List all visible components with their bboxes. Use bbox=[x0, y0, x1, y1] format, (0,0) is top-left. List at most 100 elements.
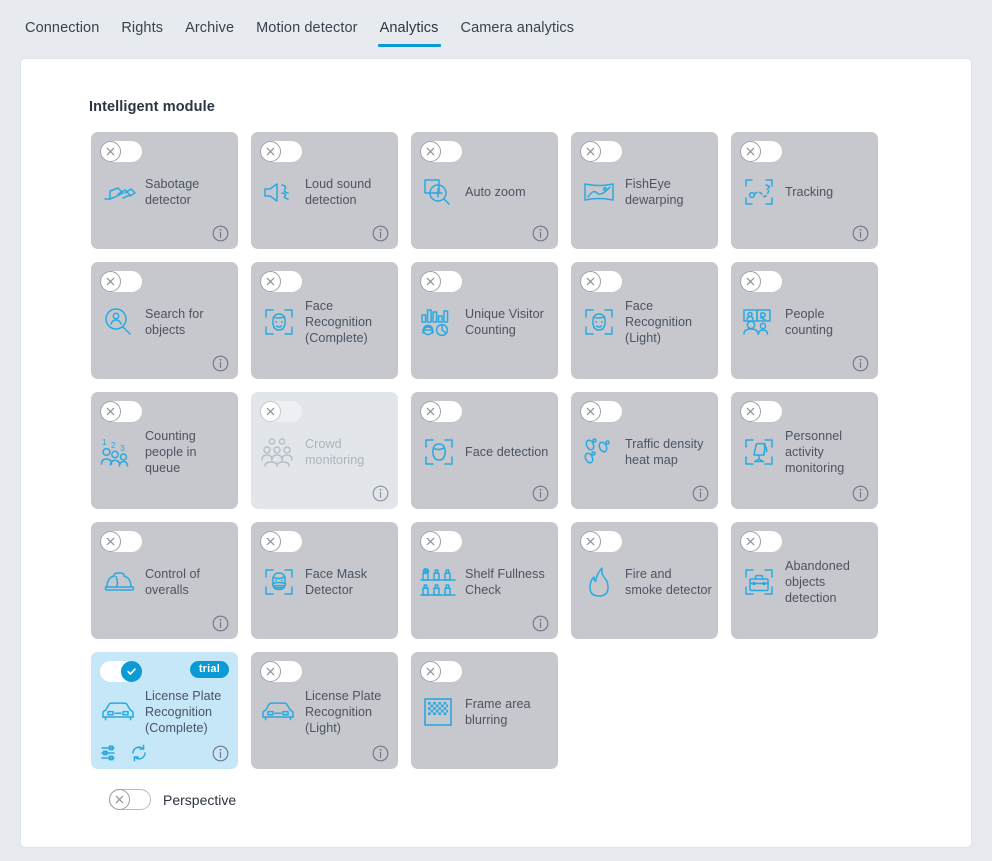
tab-camera-analytics[interactable]: Camera analytics bbox=[450, 18, 586, 47]
toggle-face-detection[interactable] bbox=[420, 401, 462, 422]
toggle-face-recognition-light[interactable] bbox=[580, 271, 622, 292]
info-icon[interactable] bbox=[852, 485, 869, 502]
module-card-tracking[interactable]: Tracking bbox=[731, 132, 878, 249]
fisheye-dewarping-icon bbox=[579, 172, 619, 212]
settings-sliders-icon[interactable] bbox=[100, 744, 118, 762]
info-icon[interactable] bbox=[852, 355, 869, 372]
toggle-tracking[interactable] bbox=[740, 141, 782, 162]
svg-text:3: 3 bbox=[120, 443, 125, 453]
toggle-fire-and-smoke-detector[interactable] bbox=[580, 531, 622, 552]
info-icon[interactable] bbox=[212, 225, 229, 242]
module-card-abandoned-objects-detection[interactable]: Abandoned objects detection bbox=[731, 522, 878, 639]
card-body: Shelf Fullness Check bbox=[411, 558, 558, 606]
card-body: Tracking bbox=[731, 168, 878, 216]
toggle-personnel-activity-monitoring[interactable] bbox=[740, 401, 782, 422]
card-body: Frame area blurring bbox=[411, 688, 558, 736]
module-card-sabotage-detector[interactable]: Sabotage detector bbox=[91, 132, 238, 249]
module-card-counting-people-in-queue[interactable]: 1 2 3 Counting people in queue bbox=[91, 392, 238, 509]
card-label: Counting people in queue bbox=[145, 429, 197, 475]
card-body: Personnel activity monitoring bbox=[731, 428, 878, 476]
card-label: Search for objects bbox=[145, 307, 204, 337]
module-card-face-detection[interactable]: Face detection bbox=[411, 392, 558, 509]
tab-archive[interactable]: Archive bbox=[174, 18, 245, 47]
module-card-license-plate-recognition-light[interactable]: License Plate Recognition (Light) bbox=[251, 652, 398, 769]
info-icon[interactable] bbox=[692, 485, 709, 502]
module-card-face-mask-detector[interactable]: Face Mask Detector bbox=[251, 522, 398, 639]
card-label: Shelf Fullness Check bbox=[465, 567, 545, 597]
toggle-knob bbox=[100, 271, 121, 292]
toggle-license-plate-recognition-complete[interactable] bbox=[100, 661, 142, 682]
close-icon bbox=[266, 667, 275, 676]
intelligent-module-grid: Sabotage detector Loud sound detection Aut… bbox=[91, 132, 891, 769]
module-card-auto-zoom[interactable]: Auto zoom bbox=[411, 132, 558, 249]
toggle-fisheye-dewarping[interactable] bbox=[580, 141, 622, 162]
toggle-face-recognition-complete[interactable] bbox=[260, 271, 302, 292]
module-card-search-for-objects[interactable]: Search for objects bbox=[91, 262, 238, 379]
module-card-personnel-activity-monitoring[interactable]: Personnel activity monitoring bbox=[731, 392, 878, 509]
card-actions bbox=[100, 744, 229, 762]
toggle-loud-sound-detection[interactable] bbox=[260, 141, 302, 162]
module-card-fisheye-dewarping[interactable]: FishEye dewarping bbox=[571, 132, 718, 249]
info-icon[interactable] bbox=[852, 225, 869, 242]
toggle-knob bbox=[420, 401, 441, 422]
shelf-fullness-icon bbox=[419, 562, 459, 602]
toggle-knob bbox=[100, 531, 121, 552]
tab-motion-detector[interactable]: Motion detector bbox=[245, 18, 368, 47]
toggle-sabotage-detector[interactable] bbox=[100, 141, 142, 162]
frame-blur-icon bbox=[419, 692, 459, 732]
module-card-face-recognition-light[interactable]: Face Recognition (Light) bbox=[571, 262, 718, 379]
toggle-unique-visitor-counting[interactable] bbox=[420, 271, 462, 292]
module-card-face-recognition-complete[interactable]: Face Recognition (Complete) bbox=[251, 262, 398, 379]
perspective-toggle[interactable] bbox=[109, 789, 151, 810]
auto-zoom-icon bbox=[419, 172, 459, 212]
module-card-unique-visitor-counting[interactable]: Unique Visitor Counting bbox=[411, 262, 558, 379]
info-icon[interactable] bbox=[372, 485, 389, 502]
info-icon[interactable] bbox=[372, 745, 389, 762]
refresh-icon[interactable] bbox=[130, 744, 148, 762]
info-icon[interactable] bbox=[212, 355, 229, 372]
module-card-traffic-density-heat-map[interactable]: Traffic density heat map bbox=[571, 392, 718, 509]
card-actions bbox=[420, 485, 549, 502]
toggle-knob bbox=[260, 661, 281, 682]
toggle-traffic-density-heat-map[interactable] bbox=[580, 401, 622, 422]
card-body: FishEye dewarping bbox=[571, 168, 718, 216]
toggle-auto-zoom[interactable] bbox=[420, 141, 462, 162]
toggle-abandoned-objects-detection[interactable] bbox=[740, 531, 782, 552]
module-card-shelf-fullness-check[interactable]: Shelf Fullness Check bbox=[411, 522, 558, 639]
info-icon[interactable] bbox=[532, 615, 549, 632]
info-icon[interactable] bbox=[532, 225, 549, 242]
toggle-license-plate-recognition-light[interactable] bbox=[260, 661, 302, 682]
info-icon[interactable] bbox=[532, 485, 549, 502]
module-card-license-plate-recognition-complete[interactable]: trial License Plate Recognition (Complete… bbox=[91, 652, 238, 769]
tab-analytics[interactable]: Analytics bbox=[369, 18, 450, 47]
card-body: Abandoned objects detection bbox=[731, 558, 878, 606]
card-label: License Plate Recognition (Light) bbox=[305, 689, 382, 735]
module-card-fire-and-smoke-detector[interactable]: Fire and smoke detector bbox=[571, 522, 718, 639]
tab-connection[interactable]: Connection bbox=[14, 18, 110, 47]
card-actions bbox=[420, 615, 549, 632]
toggle-search-for-objects[interactable] bbox=[100, 271, 142, 292]
module-card-loud-sound-detection[interactable]: Loud sound detection bbox=[251, 132, 398, 249]
toggle-face-mask-detector[interactable] bbox=[260, 531, 302, 552]
module-card-people-counting[interactable]: People counting bbox=[731, 262, 878, 379]
toggle-control-of-overalls[interactable] bbox=[100, 531, 142, 552]
toggle-crowd-monitoring[interactable] bbox=[260, 401, 302, 422]
toggle-frame-area-blurring[interactable] bbox=[420, 661, 462, 682]
module-card-control-of-overalls[interactable]: Control of overalls bbox=[91, 522, 238, 639]
card-label: Crowd monitoring bbox=[305, 437, 365, 467]
close-icon bbox=[586, 277, 595, 286]
toggle-counting-people-in-queue[interactable] bbox=[100, 401, 142, 422]
toggle-knob bbox=[580, 531, 601, 552]
page-title: Intelligent module bbox=[89, 99, 215, 115]
module-card-frame-area-blurring[interactable]: Frame area blurring bbox=[411, 652, 558, 769]
info-icon[interactable] bbox=[212, 615, 229, 632]
card-label: People counting bbox=[785, 307, 834, 337]
tab-rights[interactable]: Rights bbox=[110, 18, 174, 47]
toggle-people-counting[interactable] bbox=[740, 271, 782, 292]
info-icon[interactable] bbox=[372, 225, 389, 242]
card-body: License Plate Recognition (Light) bbox=[251, 688, 398, 736]
module-card-crowd-monitoring[interactable]: Crowd monitoring bbox=[251, 392, 398, 509]
toggle-shelf-fullness-check[interactable] bbox=[420, 531, 462, 552]
info-icon[interactable] bbox=[212, 745, 229, 762]
toggle-knob bbox=[740, 271, 761, 292]
